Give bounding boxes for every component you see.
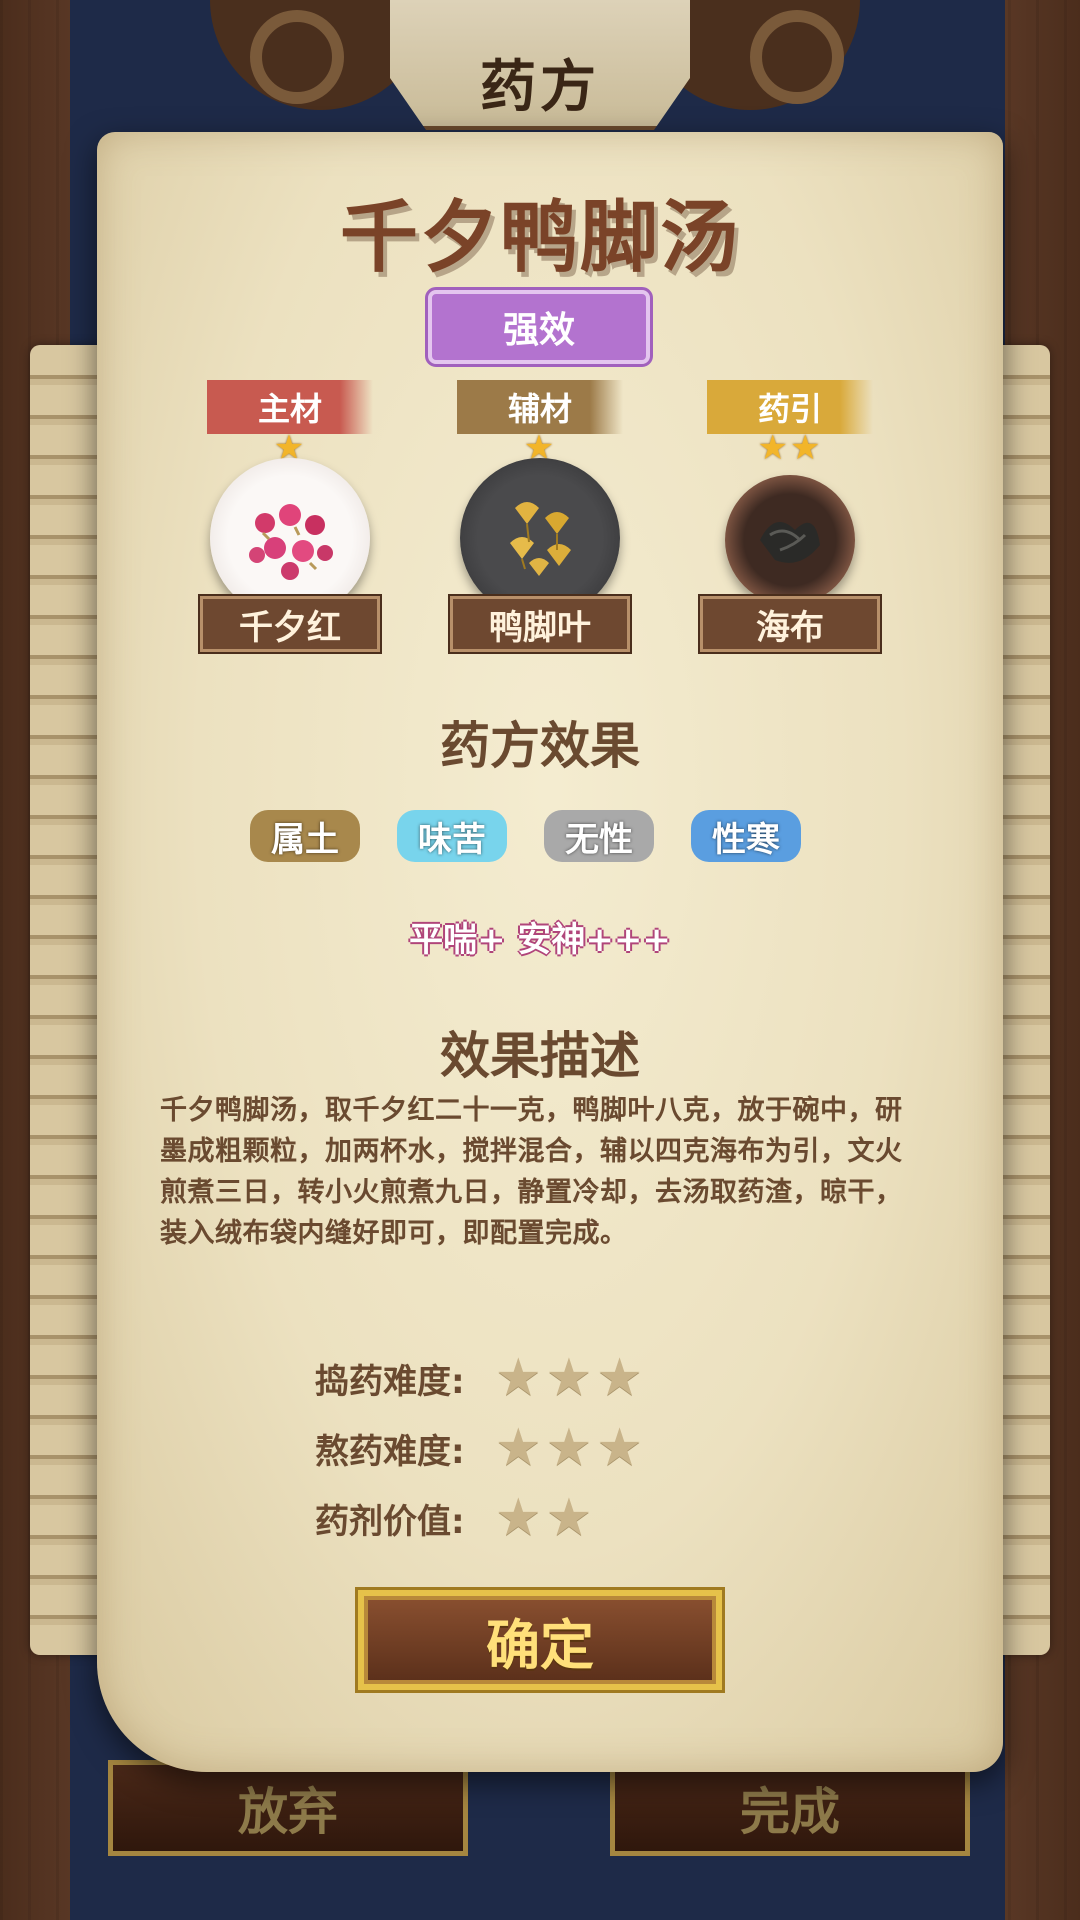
ingredient-role-label: 药引 xyxy=(707,380,873,434)
complete-button[interactable]: 完成 xyxy=(610,1760,970,1856)
rating-row-grinding: 捣药难度: ★★★ xyxy=(315,1348,715,1408)
red-flower-buds-icon xyxy=(210,458,370,618)
rating-label: 捣药难度: xyxy=(315,1361,465,1402)
property-tag-element: 属土 xyxy=(250,810,360,862)
potency-badge: 强效 xyxy=(425,287,653,367)
confirm-button[interactable]: 确定 xyxy=(355,1587,725,1693)
ingredient-role-label: 辅材 xyxy=(457,380,623,434)
ingredient-name: 千夕红 xyxy=(198,594,382,654)
ingredient-secondary[interactable]: 辅材 ★ 鸭脚叶 xyxy=(448,380,632,654)
page-title: 药方 xyxy=(480,55,600,120)
rating-row-brewing: 熬药难度: ★★★ xyxy=(315,1418,715,1478)
abandon-button[interactable]: 放弃 xyxy=(108,1760,468,1856)
ingredient-name: 海布 xyxy=(698,594,882,654)
ingredient-guide[interactable]: 药引 ★★ 海布 xyxy=(698,380,882,654)
star-icon: ★★★ xyxy=(495,1348,647,1408)
property-tags: 属土 味苦 无性 性寒 xyxy=(250,810,810,862)
effects-heading: 药方效果 xyxy=(440,717,640,775)
rating-label: 熬药难度: xyxy=(315,1431,465,1472)
ginkgo-leaves-icon xyxy=(460,458,620,618)
rating-label: 药剂价值: xyxy=(315,1501,465,1542)
ingredient-name: 鸭脚叶 xyxy=(448,594,632,654)
rating-row-value: 药剂价值: ★★ xyxy=(315,1488,715,1548)
ingredient-main[interactable]: 主材 ★ 千夕红 xyxy=(198,380,382,654)
effect-bonus-text: 平喘+ 安神+++ xyxy=(409,920,671,960)
ingredient-role-label: 主材 xyxy=(207,380,373,434)
property-tag-temperature: 性寒 xyxy=(691,810,801,862)
recipe-name: 千夕鸭脚汤 xyxy=(339,193,740,283)
star-icon: ★★★ xyxy=(495,1418,647,1478)
kelp-icon xyxy=(725,475,855,605)
ingredient-star-rating: ★★ xyxy=(757,428,823,468)
property-tag-taste: 味苦 xyxy=(397,810,507,862)
description-heading: 效果描述 xyxy=(440,1027,640,1085)
property-tag-nature: 无性 xyxy=(544,810,654,862)
star-icon: ★★ xyxy=(495,1488,597,1548)
description-text: 千夕鸭脚汤，取千夕红二十一克，鸭脚叶八克，放于碗中，研墨成粗颗粒，加两杯水，搅拌… xyxy=(160,1095,903,1249)
